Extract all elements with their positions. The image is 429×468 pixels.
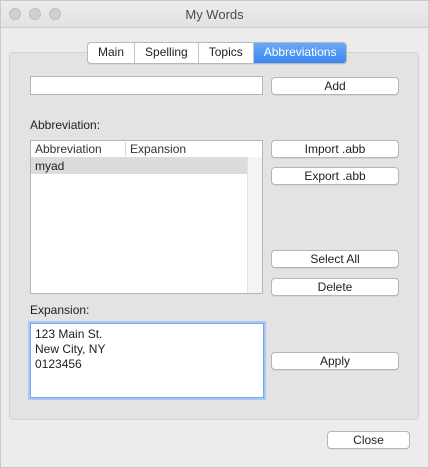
abbreviation-label: Abbreviation:: [30, 118, 101, 132]
apply-button[interactable]: Apply: [271, 352, 399, 370]
tab-bar: Main Spelling Topics Abbreviations: [87, 42, 348, 64]
expansion-textarea[interactable]: 123 Main St. New City, NY 0123456: [30, 323, 264, 398]
tab-abbreviations[interactable]: Abbreviations: [253, 43, 347, 63]
import-abb-button[interactable]: Import .abb: [271, 140, 399, 158]
delete-button[interactable]: Delete: [271, 278, 399, 296]
tab-spelling[interactable]: Spelling: [135, 43, 199, 63]
column-header-abbreviation[interactable]: Abbreviation: [35, 142, 102, 156]
table-row[interactable]: myad: [31, 158, 247, 174]
select-all-button[interactable]: Select All: [271, 250, 399, 268]
add-button[interactable]: Add: [271, 77, 399, 95]
abbreviation-cell: myad: [35, 159, 65, 173]
tab-topics[interactable]: Topics: [199, 43, 254, 63]
close-button[interactable]: Close: [327, 431, 410, 449]
abbreviation-table[interactable]: Abbreviation Expansion myad: [30, 140, 263, 294]
export-abb-button[interactable]: Export .abb: [271, 167, 399, 185]
new-abbreviation-input[interactable]: [30, 76, 263, 95]
expansion-label: Expansion:: [30, 303, 90, 317]
title-bar: My Words: [1, 1, 428, 28]
table-header: Abbreviation Expansion: [31, 141, 262, 158]
tab-main[interactable]: Main: [88, 43, 136, 63]
my-words-window: My Words Main Spelling Topics Abbreviati…: [0, 0, 429, 468]
window-title: My Words: [185, 7, 244, 22]
column-header-expansion[interactable]: Expansion: [125, 142, 186, 156]
table-scrollbar[interactable]: [247, 157, 262, 293]
